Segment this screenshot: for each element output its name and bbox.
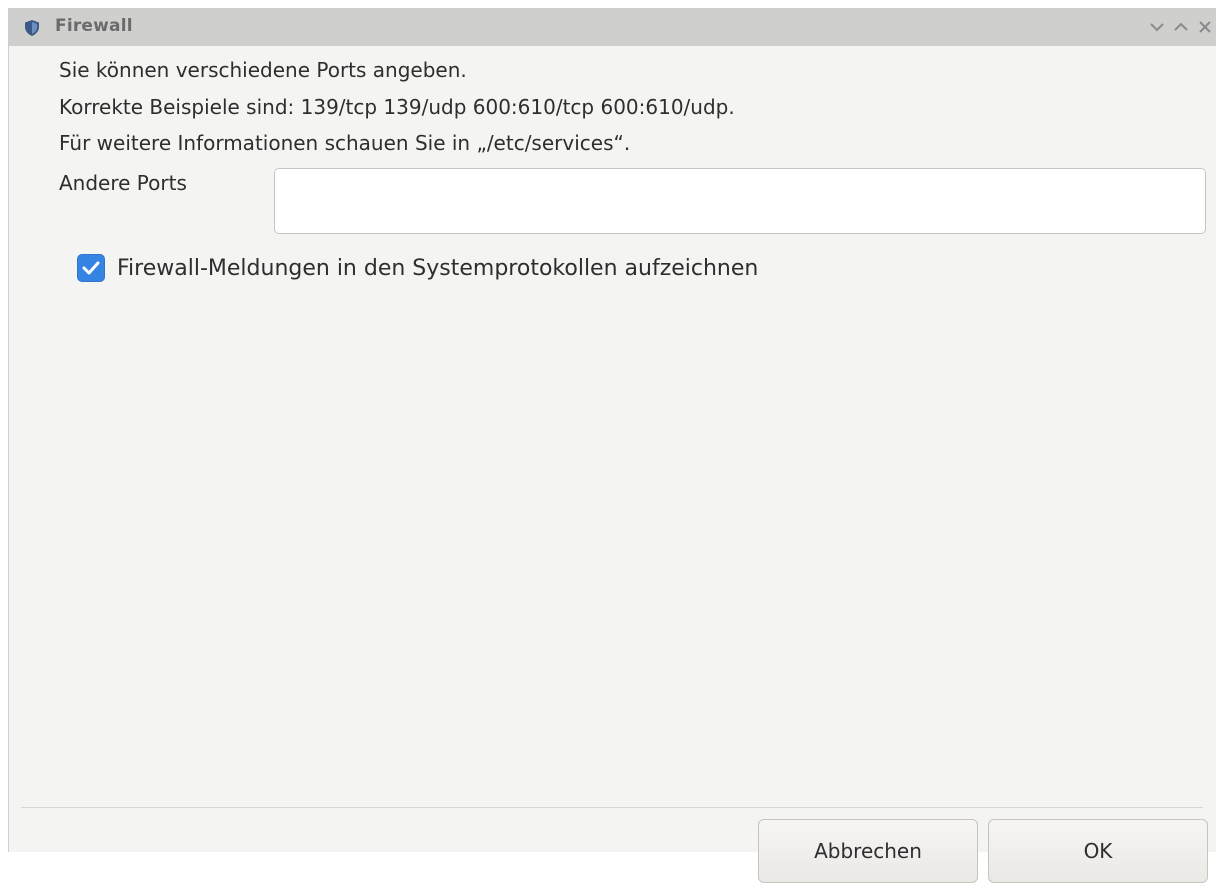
log-messages-checkbox[interactable]: [77, 254, 105, 282]
info-text-line-3: Für weitere Informationen schauen Sie in…: [59, 131, 631, 155]
title-bar[interactable]: Firewall: [9, 8, 1216, 46]
chevron-up-icon[interactable]: [1171, 16, 1191, 38]
ok-button[interactable]: OK: [988, 819, 1208, 883]
window-title: Firewall: [55, 16, 133, 36]
other-ports-label: Andere Ports: [59, 171, 187, 195]
firewall-dialog: Firewall Sie können verschiedene Ports a…: [8, 8, 1216, 883]
close-icon[interactable]: [1195, 16, 1215, 38]
other-ports-input[interactable]: [274, 168, 1206, 234]
cancel-button[interactable]: Abbrechen: [758, 819, 978, 883]
window-controls: [1147, 16, 1215, 38]
info-text-line-1: Sie können verschiedene Ports angeben.: [59, 58, 467, 82]
checkmark-icon: [82, 261, 100, 275]
log-messages-label: Firewall-Meldungen in den Systemprotokol…: [117, 255, 759, 281]
shield-icon: [25, 20, 39, 36]
log-messages-checkbox-row[interactable]: Firewall-Meldungen in den Systemprotokol…: [77, 254, 758, 282]
info-text-line-2: Korrekte Beispiele sind: 139/tcp 139/udp…: [59, 95, 735, 119]
button-separator: [21, 807, 1203, 808]
chevron-down-icon[interactable]: [1147, 16, 1167, 38]
